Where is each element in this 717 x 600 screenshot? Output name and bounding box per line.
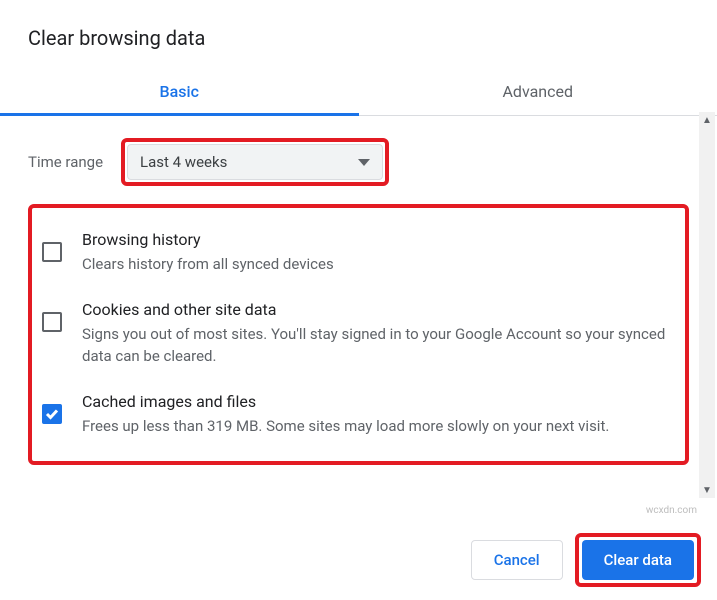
options-highlight: Browsing history Clears history from all… <box>28 204 689 465</box>
dialog-footer: Cancel Clear data <box>0 518 717 600</box>
time-range-highlight: Last 4 weeks <box>121 138 389 186</box>
checkmark-icon <box>44 406 60 422</box>
time-range-row: Time range Last 4 weeks <box>28 116 689 204</box>
option-browsing-history: Browsing history Clears history from all… <box>36 218 677 288</box>
option-title: Cached images and files <box>82 392 671 411</box>
checkbox-cookies[interactable] <box>42 312 62 332</box>
option-texts: Cached images and files Frees up less th… <box>82 392 671 438</box>
time-range-select[interactable]: Last 4 weeks <box>127 144 383 180</box>
option-texts: Cookies and other site data Signs you ou… <box>82 300 671 368</box>
option-desc: Signs you out of most sites. You'll stay… <box>82 323 671 368</box>
cancel-button-label: Cancel <box>494 551 540 569</box>
cancel-button[interactable]: Cancel <box>471 540 563 580</box>
tab-basic[interactable]: Basic <box>0 68 359 115</box>
tabs: Basic Advanced <box>0 68 717 116</box>
option-texts: Browsing history Clears history from all… <box>82 230 671 276</box>
clear-data-highlight: Clear data <box>575 533 701 587</box>
time-range-label: Time range <box>28 153 103 171</box>
tab-basic-label: Basic <box>160 82 199 101</box>
time-range-value: Last 4 weeks <box>140 153 227 171</box>
option-title: Browsing history <box>82 230 671 249</box>
option-title: Cookies and other site data <box>82 300 671 319</box>
option-cookies: Cookies and other site data Signs you ou… <box>36 288 677 380</box>
tab-advanced[interactable]: Advanced <box>359 68 717 115</box>
option-cache: Cached images and files Frees up less th… <box>36 380 677 450</box>
checkbox-browsing-history[interactable] <box>42 242 62 262</box>
tab-advanced-label: Advanced <box>502 82 573 101</box>
option-desc: Frees up less than 319 MB. Some sites ma… <box>82 415 671 438</box>
checkbox-cache[interactable] <box>42 404 62 424</box>
dialog-title: Clear browsing data <box>0 0 717 68</box>
chevron-down-icon <box>358 159 370 166</box>
watermark: wcxdn.com <box>646 505 697 516</box>
clear-data-button[interactable]: Clear data <box>582 540 694 580</box>
option-desc: Clears history from all synced devices <box>82 253 671 276</box>
dialog-body: Time range Last 4 weeks Browsing history… <box>0 116 717 516</box>
clear-data-button-label: Clear data <box>604 551 672 569</box>
clear-browsing-data-dialog: Clear browsing data Basic Advanced ▲ ▼ T… <box>0 0 717 600</box>
